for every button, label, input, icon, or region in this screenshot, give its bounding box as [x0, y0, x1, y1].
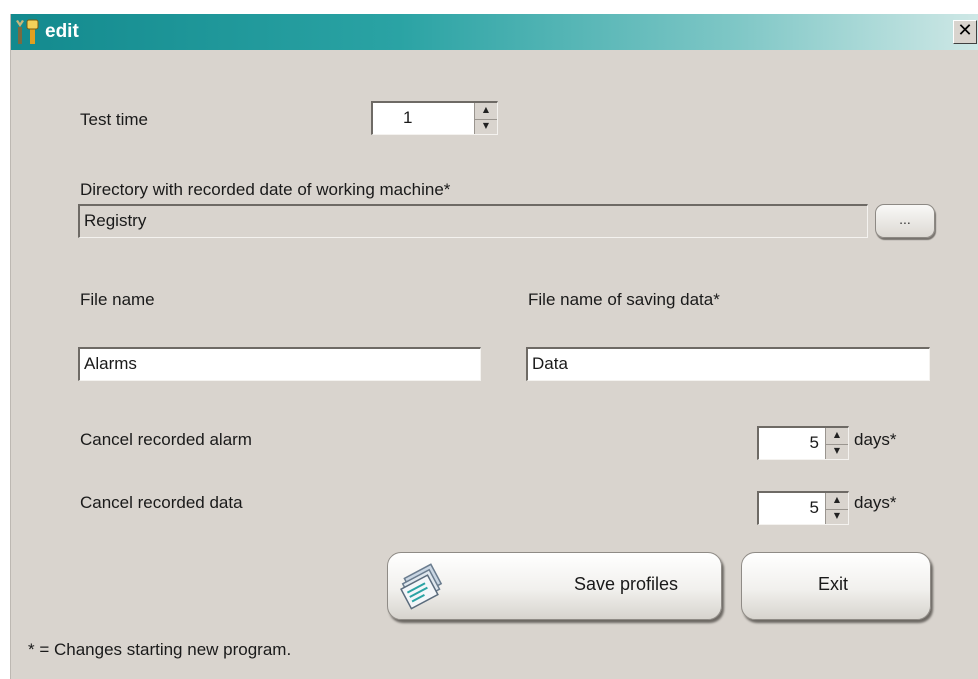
spin-up-icon[interactable]: ▲ [826, 428, 848, 445]
close-icon: ✕ [957, 20, 973, 41]
exit-button[interactable]: Exit [741, 552, 931, 620]
exit-label: Exit [818, 574, 849, 594]
cancel-alarm-unit: days* [854, 430, 897, 449]
test-time-value[interactable]: 1 [373, 103, 475, 134]
saving-file-name-label: File name of saving data* [528, 290, 720, 309]
cancel-alarm-label: Cancel recorded alarm [80, 430, 252, 449]
test-time-spinner[interactable]: 1 ▲ ▼ [371, 101, 498, 135]
close-button[interactable]: ✕ [953, 20, 977, 44]
cancel-data-spin-buttons[interactable]: ▲ ▼ [825, 493, 848, 524]
cancel-alarm-value[interactable]: 5 [759, 428, 827, 459]
title-bar[interactable]: edit ✕ [11, 14, 978, 50]
spin-up-icon[interactable]: ▲ [475, 103, 497, 120]
file-name-input[interactable]: Alarms [78, 347, 481, 381]
save-profiles-label: Save profiles [574, 574, 679, 594]
tools-icon [16, 19, 39, 44]
cancel-alarm-spinner[interactable]: 5 ▲ ▼ [757, 426, 849, 460]
directory-field[interactable]: Registry [78, 204, 868, 238]
file-name-label: File name [80, 290, 155, 309]
cancel-data-unit: days* [854, 493, 897, 512]
test-time-label: Test time [80, 110, 149, 129]
spin-up-icon[interactable]: ▲ [826, 493, 848, 510]
window-title: edit [45, 21, 79, 42]
cancel-alarm-spin-buttons[interactable]: ▲ ▼ [825, 428, 848, 459]
test-time-spin-buttons[interactable]: ▲ ▼ [474, 103, 497, 134]
edit-window: edit ✕ Test time 1 ▲ ▼ Directory with re… [10, 14, 978, 679]
browse-button[interactable]: ... [875, 204, 935, 238]
document-stack-icon [400, 563, 443, 610]
directory-label: Directory with recorded date of working … [80, 180, 451, 199]
cancel-data-value[interactable]: 5 [759, 493, 827, 524]
footer-note: * = Changes starting new program. [28, 640, 292, 659]
cancel-data-label: Cancel recorded data [80, 493, 243, 512]
spin-down-icon[interactable]: ▼ [475, 119, 497, 135]
cancel-data-spinner[interactable]: 5 ▲ ▼ [757, 491, 849, 525]
save-profiles-button[interactable]: Save profiles [387, 552, 722, 620]
saving-file-name-input[interactable]: Data [526, 347, 930, 381]
spin-down-icon[interactable]: ▼ [826, 444, 848, 460]
spin-down-icon[interactable]: ▼ [826, 509, 848, 525]
